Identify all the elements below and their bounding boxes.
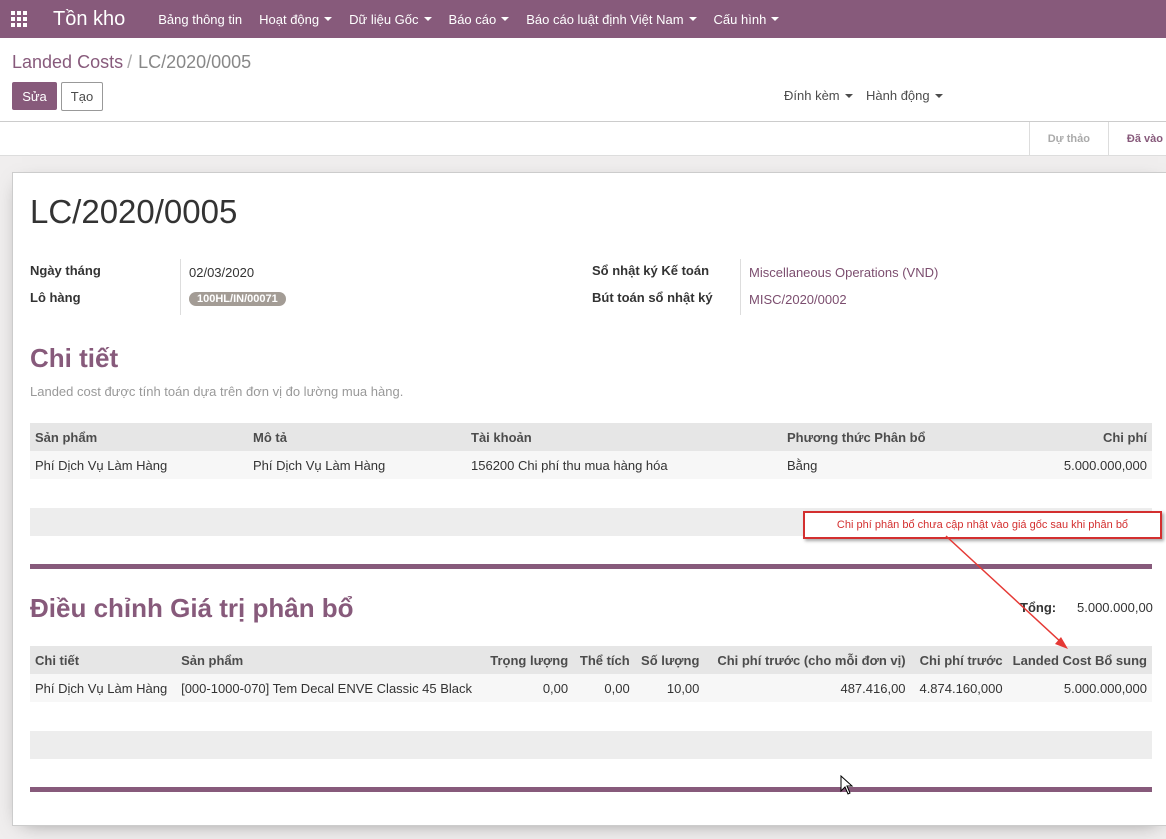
status-posted[interactable]: Đã vào [1107,122,1166,155]
breadcrumb-separator: / [127,52,133,72]
menu-operations[interactable]: Hoạt động [259,11,333,27]
empty-row [30,731,1152,759]
date-field[interactable]: 02/03/2020 [189,265,254,280]
cell-former-cost: 4.874.160,000 [910,674,1008,702]
field-divider [740,259,741,315]
table-row[interactable]: Phí Dịch Vụ Làm Hàng [000-1000-070] Tem … [30,674,1152,702]
cost-lines-table: Sản phẩm Mô tả Tài khoản Phương thức Phâ… [30,423,1152,479]
cell-weight: 0,00 [478,674,574,702]
menu-configuration[interactable]: Cấu hình [714,12,780,27]
app-title[interactable]: Tồn kho [53,8,125,31]
cell-split-method: Bằng [782,451,1022,479]
breadcrumb-parent-link[interactable]: Landed Costs [12,52,123,72]
menu-label: Hoạt động [259,11,320,27]
journal-entry-link[interactable]: MISC/2020/0002 [749,292,847,307]
apps-menu-icon[interactable] [0,0,38,38]
breadcrumb: Landed Costs / LC/2020/0005 [12,52,251,73]
attachment-label: Đính kèm [784,88,840,103]
cell-product: Phí Dịch Vụ Làm Hàng [30,451,248,479]
details-section-title: Chi tiết [30,343,119,373]
caret-down-icon [501,17,510,21]
breadcrumb-current: LC/2020/0005 [138,52,252,72]
menu-label: Dữ liệu Gốc [349,11,419,27]
cell-detail: Phí Dịch Vụ Làm Hàng [30,674,177,702]
status-bar: Dự thảo Đã vào [0,122,1166,156]
picking-tag[interactable]: 100HL/IN/00071 [189,292,286,306]
col-cost[interactable]: Chi phí [1022,423,1152,451]
col-quantity[interactable]: Số lượng [634,646,705,674]
col-weight[interactable]: Trọng lượng [478,646,574,674]
picking-label: Lô hàng [30,290,81,305]
caret-down-icon [688,17,697,21]
journal-link[interactable]: Miscellaneous Operations (VND) [749,265,938,280]
caret-down-icon [324,17,333,21]
cell-account: 156200 Chi phí thu mua hàng hóa [466,451,782,479]
edit-button[interactable]: Sửa [12,82,57,110]
control-panel: Landed Costs / LC/2020/0005 Sửa Tạo Đính k… [0,38,1166,122]
total-label: Tổng: [1020,600,1057,615]
col-split-method[interactable]: Phương thức Phân bổ [782,423,1022,451]
top-navbar: Tồn kho Bảng thông tin Hoạt động Dữ liệu… [0,0,1166,38]
menu-vn-statutory-reports[interactable]: Báo cáo luật định Việt Nam [526,11,697,27]
attachment-dropdown[interactable]: Đính kèm [784,88,853,103]
col-former-cost[interactable]: Chi phí trước [910,646,1008,674]
cell-description: Phí Dịch Vụ Làm Hàng [248,451,466,479]
create-button[interactable]: Tạo [61,82,103,111]
valuation-adjustments-table: Chi tiết Sản phẩm Trọng lượng Thể tích S… [30,646,1152,702]
table-row[interactable]: Phí Dịch Vụ Làm Hàng Phí Dịch Vụ Làm Hàn… [30,451,1152,479]
date-label: Ngày tháng [30,263,101,278]
table-header: Sản phẩm Mô tả Tài khoản Phương thức Phâ… [30,423,1152,451]
menu-label: Bảng thông tin [158,11,243,27]
menu-label: Báo cáo [448,11,497,27]
form-sheet: LC/2020/0005 Ngày tháng 02/03/2020 Lô hà… [12,172,1166,826]
annotation-callout: Chi phí phân bổ chưa cập nhật vào giá gố… [803,511,1162,539]
menu-label: Báo cáo luật định Việt Nam [526,11,684,27]
col-product[interactable]: Sản phẩm [176,646,479,674]
mouse-cursor-icon [840,775,854,795]
caret-down-icon [844,93,853,98]
journal-label: Sổ nhật ký Kế toán [592,263,710,278]
cell-cost: 5.000.000,000 [1022,451,1152,479]
menu-reports[interactable]: Báo cáo [449,12,510,27]
col-volume[interactable]: Thể tích [573,646,635,674]
adjustments-section-title: Điều chỉnh Giá trị phân bổ [30,593,354,623]
menu-dashboard[interactable]: Bảng thông tin [158,12,242,27]
cell-additional-landed-cost: 5.000.000,000 [1007,674,1152,702]
field-divider [180,259,181,315]
section-separator [30,564,1152,569]
caret-down-icon [423,17,432,21]
cell-volume: 0,00 [573,674,635,702]
action-dropdown[interactable]: Hành động [866,88,943,103]
status-draft[interactable]: Dự thảo [1028,122,1108,155]
col-former-cost-per-unit[interactable]: Chi phí trước (cho mỗi đơn vị) [704,646,911,674]
col-account[interactable]: Tài khoản [466,423,782,451]
table-header: Chi tiết Sản phẩm Trọng lượng Thể tích S… [30,646,1152,674]
details-hint: Landed cost được tính toán dựa trên đơn … [30,384,404,399]
total-value: 5.000.000,00 [1077,600,1153,615]
caret-down-icon [934,93,943,98]
cell-product: [000-1000-070] Tem Decal ENVE Classic 45… [176,674,479,702]
journal-entry-label: Bút toán sổ nhật ký [592,290,713,305]
col-product[interactable]: Sản phẩm [30,423,248,451]
col-detail[interactable]: Chi tiết [30,646,177,674]
cell-quantity: 10,00 [634,674,705,702]
menu-label: Cấu hình [713,11,767,27]
col-description[interactable]: Mô tả [248,423,466,451]
record-title: LC/2020/0005 [30,193,238,230]
action-label: Hành động [866,88,930,103]
caret-down-icon [771,17,780,21]
cell-former-cost-per-unit: 487.416,00 [704,674,911,702]
section-separator [30,787,1152,792]
menu-master-data[interactable]: Dữ liệu Gốc [349,11,432,27]
col-additional-landed-cost[interactable]: Landed Cost Bổ sung [1007,646,1152,674]
